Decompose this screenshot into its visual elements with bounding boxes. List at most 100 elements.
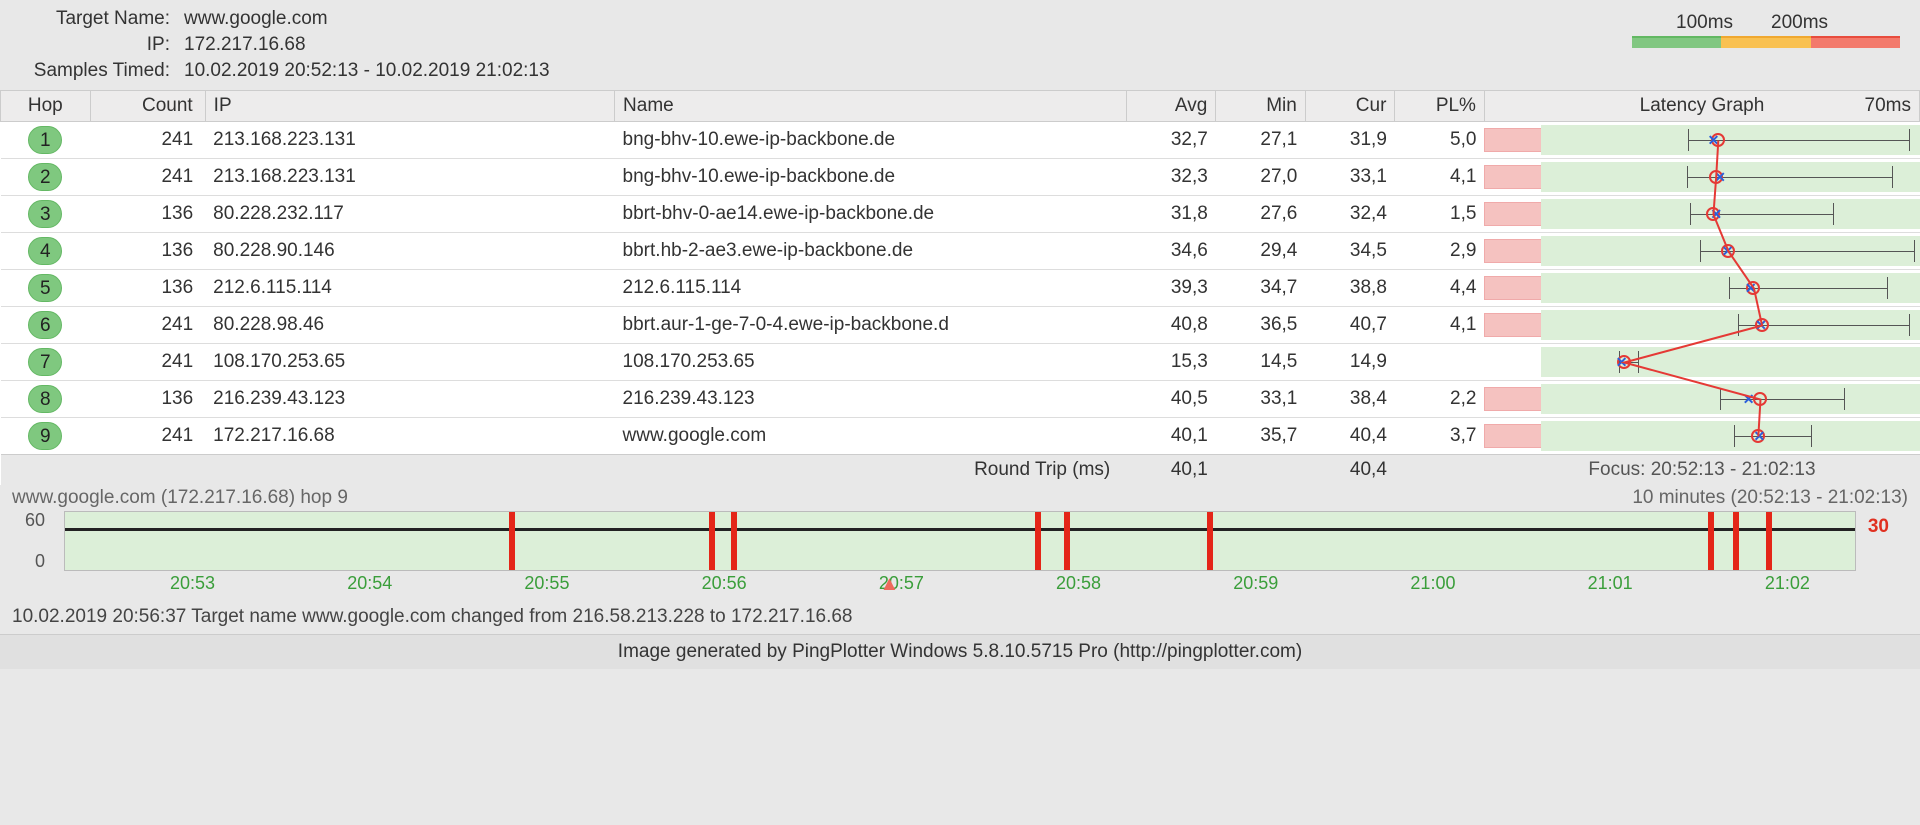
time-tick: 20:53: [170, 573, 215, 594]
cell-min: 35,7: [1216, 418, 1306, 455]
hop-badge: 3: [28, 200, 62, 228]
cell-pl: 3,7: [1395, 418, 1485, 455]
cell-min: 27,0: [1216, 159, 1306, 196]
col-min[interactable]: Min: [1216, 91, 1306, 122]
legend-green: [1632, 36, 1721, 48]
time-tick: 20:55: [524, 573, 569, 594]
col-count[interactable]: Count: [90, 91, 205, 122]
col-graph-max: 70ms: [1865, 95, 1911, 117]
cell-name: bbrt.aur-1-ge-7-0-4.ewe-ip-backbone.d: [615, 307, 1127, 344]
cell-cur: 38,4: [1305, 381, 1395, 418]
hop-badge: 2: [28, 163, 62, 191]
table-row[interactable]: 7 241 108.170.253.65 108.170.253.65 15,3…: [1, 344, 1920, 381]
summary-pl: [1395, 455, 1485, 486]
cell-ip: 80.228.98.46: [205, 307, 614, 344]
ip-label: IP:: [12, 34, 184, 56]
loss-bar: [1708, 512, 1714, 570]
table-row[interactable]: 8 136 216.239.43.123 216.239.43.123 40,5…: [1, 381, 1920, 418]
cell-min: 33,1: [1216, 381, 1306, 418]
cell-cur: 38,8: [1305, 270, 1395, 307]
cell-min: 29,4: [1216, 233, 1306, 270]
col-graph[interactable]: Latency Graph 70ms: [1484, 91, 1919, 122]
table-row[interactable]: 6 241 80.228.98.46 bbrt.aur-1-ge-7-0-4.e…: [1, 307, 1920, 344]
cell-avg: 40,8: [1126, 307, 1216, 344]
loss-bar: [1035, 512, 1041, 570]
timechart-latency-line: [65, 528, 1855, 531]
cell-avg: 32,3: [1126, 159, 1216, 196]
cell-count: 241: [90, 344, 205, 381]
summary-avg: 40,1: [1126, 455, 1216, 486]
cell-ip: 213.168.223.131: [205, 122, 614, 159]
col-ip[interactable]: IP: [205, 91, 614, 122]
cell-ip: 80.228.232.117: [205, 196, 614, 233]
legend-red: [1811, 36, 1900, 48]
cell-name: 108.170.253.65: [615, 344, 1127, 381]
hop-badge: 7: [28, 348, 62, 376]
time-tick: 21:00: [1410, 573, 1455, 594]
cell-cur: 33,1: [1305, 159, 1395, 196]
cell-ip: 213.168.223.131: [205, 159, 614, 196]
cell-name: bbrt-bhv-0-ae14.ewe-ip-backbone.de: [615, 196, 1127, 233]
loss-bar: [731, 512, 737, 570]
col-avg[interactable]: Avg: [1126, 91, 1216, 122]
loss-bar: [1064, 512, 1070, 570]
cell-ip: 172.217.16.68: [205, 418, 614, 455]
cell-min: 14,5: [1216, 344, 1306, 381]
table-row[interactable]: 4 136 80.228.90.146 bbrt.hb-2-ae3.ewe-ip…: [1, 233, 1920, 270]
cell-cur: 32,4: [1305, 196, 1395, 233]
table-row[interactable]: 1 241 213.168.223.131 bng-bhv-10.ewe-ip-…: [1, 122, 1920, 159]
hop-badge: 4: [28, 237, 62, 265]
cur-marker: ✕: [1722, 245, 1734, 257]
time-tick: 20:58: [1056, 573, 1101, 594]
cell-name: www.google.com: [615, 418, 1127, 455]
cell-pl: 4,1: [1395, 307, 1485, 344]
cur-marker: ✕: [1707, 134, 1719, 146]
col-pl[interactable]: PL%: [1395, 91, 1485, 122]
legend-low-label: 100ms: [1676, 12, 1733, 34]
timechart[interactable]: 60 0 30 ▲: [64, 511, 1856, 571]
cell-graph: ✕: [1484, 307, 1919, 344]
cell-pl: 2,9: [1395, 233, 1485, 270]
cell-min: 27,1: [1216, 122, 1306, 159]
cell-avg: 15,3: [1126, 344, 1216, 381]
cell-pl: [1395, 344, 1485, 381]
cell-count: 136: [90, 270, 205, 307]
cell-cur: 31,9: [1305, 122, 1395, 159]
table-row[interactable]: 5 136 212.6.115.114 212.6.115.114 39,3 3…: [1, 270, 1920, 307]
cell-count: 136: [90, 196, 205, 233]
col-graph-label: Latency Graph: [1640, 95, 1765, 116]
cell-ip: 108.170.253.65: [205, 344, 614, 381]
col-hop[interactable]: Hop: [1, 91, 91, 122]
timechart-axis: 20:5320:5420:5520:5620:5720:5820:5921:00…: [50, 571, 1870, 600]
cur-marker: ✕: [1710, 208, 1722, 220]
col-name[interactable]: Name: [615, 91, 1127, 122]
cell-cur: 40,7: [1305, 307, 1395, 344]
hop-badge: 5: [28, 274, 62, 302]
col-cur[interactable]: Cur: [1305, 91, 1395, 122]
loss-bar: [709, 512, 715, 570]
cell-cur: 34,5: [1305, 233, 1395, 270]
cell-graph: ✕: [1484, 344, 1919, 381]
cell-avg: 32,7: [1126, 122, 1216, 159]
timechart-current-marker: ▲: [879, 573, 899, 596]
cur-marker: ✕: [1755, 319, 1767, 331]
cell-count: 241: [90, 159, 205, 196]
summary-label: Round Trip (ms): [1, 455, 1127, 486]
cell-name: 216.239.43.123: [615, 381, 1127, 418]
cell-name: bbrt.hb-2-ae3.ewe-ip-backbone.de: [615, 233, 1127, 270]
cell-graph: ✕: [1484, 381, 1919, 418]
summary-min: [1216, 455, 1306, 486]
table-row[interactable]: 3 136 80.228.232.117 bbrt-bhv-0-ae14.ewe…: [1, 196, 1920, 233]
cell-avg: 31,8: [1126, 196, 1216, 233]
loss-bar: [1207, 512, 1213, 570]
cell-min: 27,6: [1216, 196, 1306, 233]
cur-marker: ✕: [1616, 356, 1628, 368]
cell-count: 241: [90, 418, 205, 455]
cell-pl: 5,0: [1395, 122, 1485, 159]
table-row[interactable]: 2 241 213.168.223.131 bng-bhv-10.ewe-ip-…: [1, 159, 1920, 196]
header: Target Name: www.google.com IP: 172.217.…: [0, 0, 1920, 90]
cell-name: bng-bhv-10.ewe-ip-backbone.de: [615, 159, 1127, 196]
table-row[interactable]: 9 241 172.217.16.68 www.google.com 40,1 …: [1, 418, 1920, 455]
cell-ip: 80.228.90.146: [205, 233, 614, 270]
samples-label: Samples Timed:: [12, 60, 184, 82]
